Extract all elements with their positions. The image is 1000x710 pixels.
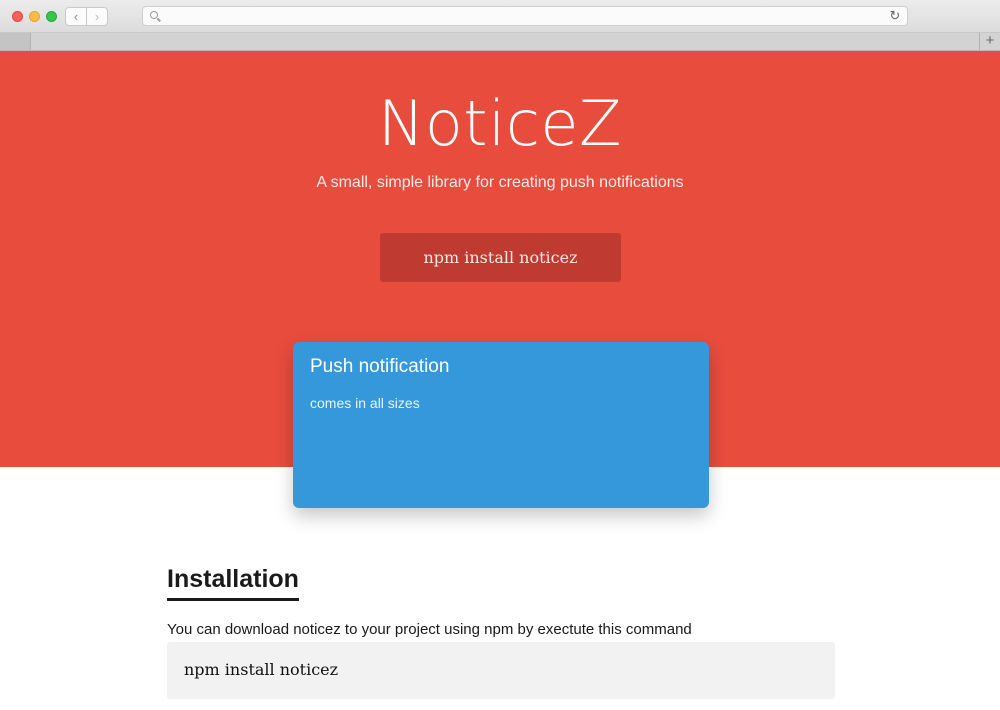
install-command-button[interactable]: npm install noticez bbox=[380, 233, 621, 282]
installation-section: Installation You can download noticez to… bbox=[167, 562, 835, 699]
close-window-button[interactable] bbox=[12, 11, 23, 22]
back-button[interactable]: ‹ bbox=[65, 7, 87, 26]
chevron-left-icon: ‹ bbox=[73, 9, 79, 24]
chevron-right-icon: › bbox=[94, 9, 100, 24]
tab-strip: + bbox=[0, 33, 1000, 51]
notification-body: comes in all sizes bbox=[310, 395, 420, 411]
installation-heading: Installation bbox=[167, 562, 299, 601]
push-notification-card[interactable]: Push notification comes in all sizes bbox=[293, 342, 709, 508]
new-tab-button[interactable]: + bbox=[979, 33, 1000, 50]
installation-description: You can download noticez to your project… bbox=[167, 621, 692, 638]
plus-icon: + bbox=[985, 32, 995, 49]
minimize-window-button[interactable] bbox=[29, 11, 40, 22]
zoom-window-button[interactable] bbox=[46, 11, 57, 22]
address-bar[interactable]: ↻ bbox=[142, 6, 908, 26]
search-icon bbox=[150, 11, 158, 19]
address-input[interactable] bbox=[165, 8, 885, 24]
forward-button[interactable]: › bbox=[86, 7, 108, 26]
page-title: NoticeZ bbox=[377, 87, 623, 160]
reload-icon[interactable]: ↻ bbox=[887, 8, 903, 24]
install-code-block[interactable]: npm install noticez bbox=[167, 642, 835, 699]
notification-title: Push notification bbox=[310, 356, 450, 377]
tab-overview-button[interactable] bbox=[0, 33, 31, 50]
browser-toolbar: ‹ › ↻ bbox=[0, 0, 1000, 33]
page-subtitle: A small, simple library for creating pus… bbox=[316, 174, 684, 191]
